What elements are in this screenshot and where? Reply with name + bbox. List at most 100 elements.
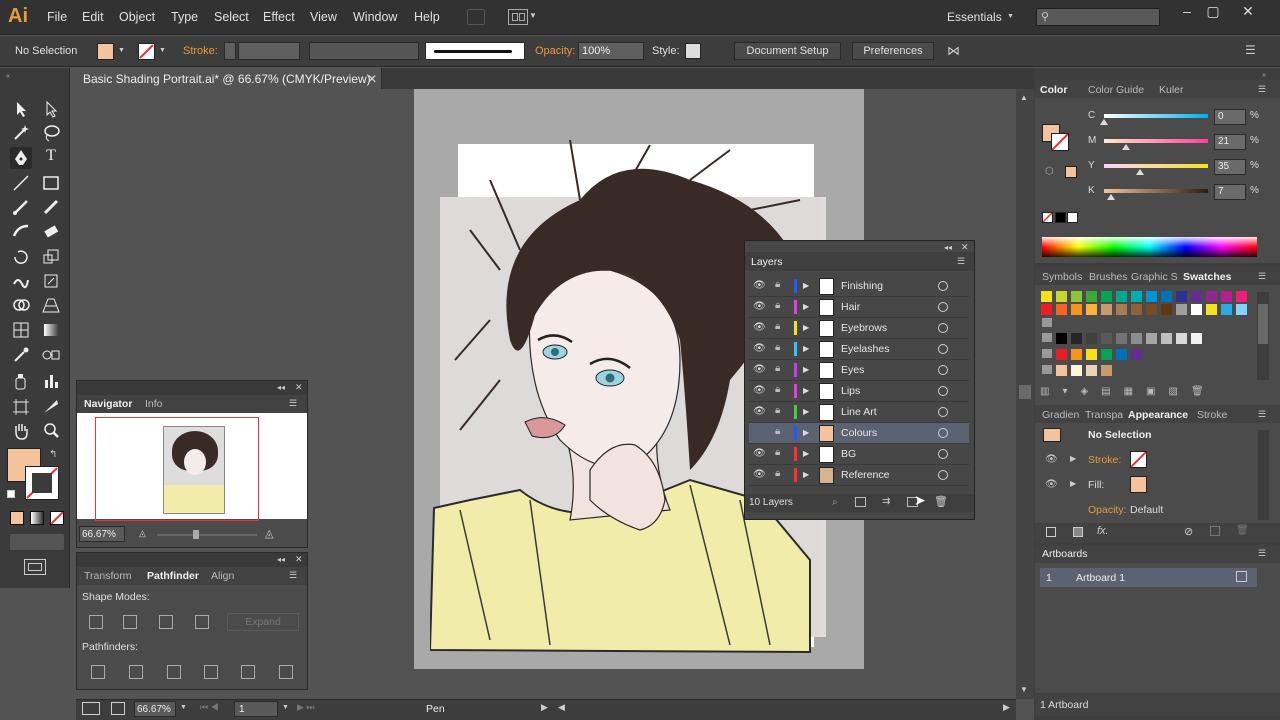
zoom-level-input[interactable]: 66.67% xyxy=(134,701,176,717)
layer-name[interactable]: Eyes xyxy=(841,364,864,376)
menu-edit[interactable]: Edit xyxy=(82,10,104,24)
stroke-weight-input[interactable] xyxy=(238,42,300,60)
eye-icon[interactable]: 👁 xyxy=(753,469,766,480)
shape-builder-tool-icon[interactable] xyxy=(10,294,32,316)
lock-icon[interactable]: 🔒︎ xyxy=(775,447,780,458)
menu-effect[interactable]: Effect xyxy=(263,10,295,24)
minus-back-icon[interactable] xyxy=(279,665,293,679)
chevron-down-icon[interactable]: ▼ xyxy=(118,47,125,54)
swatch[interactable] xyxy=(1086,291,1097,302)
preferences-button[interactable]: Preferences xyxy=(852,42,934,60)
panel-menu-icon[interactable]: ☰ xyxy=(289,398,297,409)
swatch[interactable] xyxy=(1191,291,1202,302)
lock-icon[interactable]: 🔒︎ xyxy=(775,321,780,332)
locate-object-icon[interactable]: ⌕ xyxy=(832,497,838,508)
tab-gradient[interactable]: Gradien xyxy=(1042,409,1079,421)
search-input[interactable]: ⚲ xyxy=(1036,8,1160,26)
direct-selection-tool-icon[interactable] xyxy=(40,98,62,120)
document-setup-button[interactable]: Document Setup xyxy=(734,42,841,60)
target-icon[interactable] xyxy=(938,470,948,480)
eye-icon[interactable]: 👁 xyxy=(753,364,766,375)
white-swatch[interactable] xyxy=(1067,212,1078,223)
layer-row[interactable]: 👁 🔒︎ ▶ Eyebrows xyxy=(749,318,969,339)
panel-menu-icon[interactable]: ☰ xyxy=(1258,271,1266,282)
layer-row[interactable]: 🔒︎ ▶ Colours xyxy=(749,423,969,444)
expand-arrow-icon[interactable]: ▶ xyxy=(1070,479,1076,488)
outline-icon[interactable] xyxy=(241,665,255,679)
workspace-switcher[interactable]: Essentials xyxy=(947,10,1002,24)
panel-menu-icon[interactable]: ☰ xyxy=(1258,409,1266,420)
chevron-down-icon[interactable]: ▼ xyxy=(159,47,166,54)
panel-menu-icon[interactable]: ☰ xyxy=(1245,43,1256,57)
swatch[interactable] xyxy=(1056,333,1067,344)
close-icon[interactable]: ✕ xyxy=(367,72,377,86)
target-icon[interactable] xyxy=(938,344,948,354)
swatch[interactable] xyxy=(1071,365,1082,376)
layer-row[interactable]: 👁 🔒︎ ▶ Reference xyxy=(749,465,969,486)
swatch[interactable] xyxy=(1176,304,1187,315)
swap-colors-icon[interactable]: ↰ xyxy=(49,449,57,460)
swatch[interactable] xyxy=(1221,291,1232,302)
swatch-folder-icon[interactable] xyxy=(1042,365,1052,374)
eye-icon[interactable]: 👁 xyxy=(753,301,766,312)
menu-help[interactable]: Help xyxy=(414,10,440,24)
swatch[interactable] xyxy=(1131,291,1142,302)
artboard-tool-icon[interactable] xyxy=(10,396,32,418)
swatch-folder-icon[interactable] xyxy=(1042,318,1052,327)
opacity-input[interactable]: 100% xyxy=(578,42,644,60)
stroke-color-swatch[interactable] xyxy=(25,466,59,500)
swatch[interactable] xyxy=(1116,304,1127,315)
appearance-fill-swatch[interactable] xyxy=(1130,476,1147,493)
swatch[interactable] xyxy=(1146,304,1157,315)
swatch[interactable] xyxy=(1056,349,1067,360)
zoom-in-icon[interactable]: ◬ xyxy=(265,527,273,540)
expand-arrow-icon[interactable]: ▶ xyxy=(803,407,809,416)
expand-arrow-icon[interactable]: ▶ xyxy=(1070,454,1076,463)
symbol-sprayer-tool-icon[interactable] xyxy=(10,370,32,392)
menu-select[interactable]: Select xyxy=(214,10,249,24)
menu-object[interactable]: Object xyxy=(119,10,155,24)
trim-icon[interactable] xyxy=(129,665,143,679)
channel-slider[interactable] xyxy=(1100,114,1208,125)
stroke-label[interactable]: Stroke: xyxy=(183,45,218,57)
tab-navigator[interactable]: Navigator xyxy=(84,398,132,410)
default-colors-icon[interactable] xyxy=(7,490,15,498)
chevron-down-icon[interactable]: ▼ xyxy=(529,11,537,20)
channel-value-input[interactable]: 7 xyxy=(1214,184,1246,200)
pencil-tool-icon[interactable] xyxy=(40,196,62,218)
clear-appearance-icon[interactable]: ⊘ xyxy=(1184,525,1193,538)
expand-arrow-icon[interactable]: ▶ xyxy=(803,386,809,395)
add-effect-icon[interactable]: fx. xyxy=(1097,525,1109,537)
swatch[interactable] xyxy=(1071,333,1082,344)
swatch[interactable] xyxy=(1101,333,1112,344)
scale-tool-icon[interactable] xyxy=(40,246,62,268)
gradient-mode-icon[interactable] xyxy=(30,511,44,525)
slider-thumb[interactable] xyxy=(1107,194,1116,200)
swatch[interactable] xyxy=(1056,365,1067,376)
swatch[interactable] xyxy=(1101,291,1112,302)
panel-menu-icon[interactable]: ☰ xyxy=(1258,84,1266,95)
swatch[interactable] xyxy=(1131,333,1142,344)
lock-icon[interactable]: 🔒︎ xyxy=(775,300,780,311)
slider-thumb[interactable] xyxy=(1100,119,1108,125)
gamut-swatch[interactable] xyxy=(1065,166,1077,178)
black-swatch[interactable] xyxy=(1055,212,1066,223)
document-tab[interactable]: Basic Shading Portrait.ai* @ 66.67% (CMY… xyxy=(76,68,382,89)
blob-brush-tool-icon[interactable] xyxy=(10,220,32,242)
none-swatch[interactable] xyxy=(1042,212,1053,223)
layer-name[interactable]: Finishing xyxy=(841,280,883,292)
magic-wand-tool-icon[interactable] xyxy=(10,122,32,144)
close-icon[interactable]: ✕ xyxy=(295,554,303,565)
tab-artboards[interactable]: Artboards xyxy=(1042,548,1088,560)
swatch[interactable] xyxy=(1146,333,1157,344)
tab-color-guide[interactable]: Color Guide xyxy=(1088,84,1144,96)
artboard-number-input[interactable]: 1 xyxy=(234,701,278,717)
close-button[interactable]: ✕ xyxy=(1240,4,1256,18)
swatch[interactable] xyxy=(1086,304,1097,315)
maximize-button[interactable]: ▢ xyxy=(1205,4,1221,18)
next-artboard-icon[interactable]: ▶ ⏭ xyxy=(297,702,315,713)
target-icon[interactable] xyxy=(938,386,948,396)
swatch[interactable] xyxy=(1176,291,1187,302)
swatch[interactable] xyxy=(1161,291,1172,302)
swatch[interactable] xyxy=(1056,291,1067,302)
